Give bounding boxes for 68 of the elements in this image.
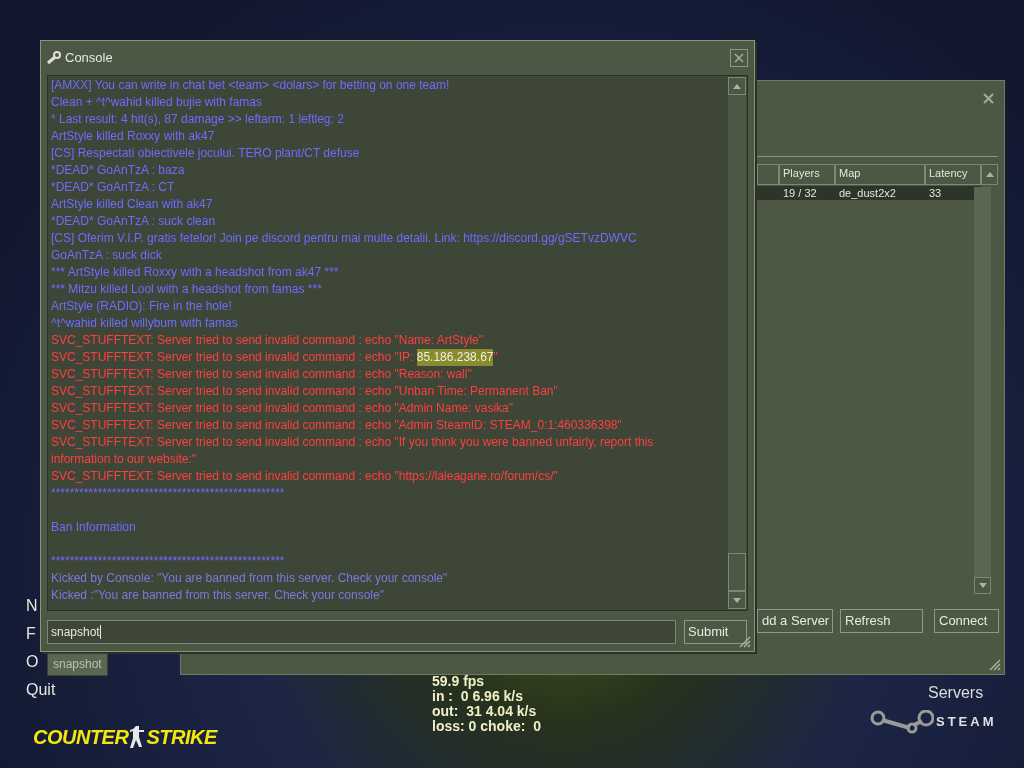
up-arrow-icon	[985, 172, 994, 177]
menu-item[interactable]: Quit	[26, 680, 56, 700]
table-cell-text: 19 / 32	[782, 186, 818, 200]
servers-label[interactable]: Servers	[928, 681, 984, 705]
server-row[interactable]: 19 / 32 de_dust2x2 33	[757, 186, 981, 200]
scroll-down-button[interactable]	[728, 591, 746, 609]
console-line: GoAnTzA : suck dick	[51, 247, 163, 264]
close-icon	[734, 53, 744, 63]
autocomplete-item[interactable]: snapshot	[48, 654, 107, 675]
console-line: [CS] Respectati obiectivele jocului. TERO plant/CT defuse	[51, 145, 361, 162]
dialog-button[interactable]: dd a Server	[757, 609, 833, 633]
submit-button[interactable]: Submit	[684, 620, 747, 644]
console-line: *DEAD* GoAnTzA : CT	[51, 179, 176, 196]
net-stat: 59.9 fps	[432, 674, 486, 689]
console-line: "	[493, 349, 498, 366]
console-line: [CS] Oferim V.I.P. gratis fetelor! Join pe discord pentru mai multe detalii. Link: https://discord.gg/gSETvzDWVC	[51, 230, 638, 247]
scroll-down-button[interactable]	[974, 577, 991, 594]
column-header[interactable]: Map	[835, 164, 925, 185]
console-line: SVC_STUFFTEXT: Server tried to send invalid command : echo "If you think you were banned unfairly, report this information to our website:"	[51, 434, 655, 468]
console-line: **************************************************	[51, 553, 286, 570]
console-line: * Last result: 4 hit(s), 87 damage >> leftarm: 1 leftleg: 2	[51, 111, 345, 128]
close-button[interactable]	[730, 49, 748, 67]
close-icon[interactable]	[983, 93, 994, 104]
console-line: SVC_STUFFTEXT: Server tried to send invalid command : echo "Name: ArtStyle"	[51, 332, 484, 349]
scroll-thumb[interactable]	[728, 553, 746, 591]
soldier-silhouette-icon	[129, 726, 146, 748]
console-line: SVC_STUFFTEXT: Server tried to send invalid command : echo "Reason: wall"	[51, 366, 473, 383]
console-line: SVC_STUFFTEXT: Server tried to send invalid command : echo "IP:	[51, 349, 415, 366]
console-line: Kicked :"You are banned from this server. Check your console"	[51, 587, 385, 604]
console-line: *DEAD* GoAnTzA : suck clean	[51, 213, 217, 230]
column-header[interactable]: Players	[779, 164, 835, 185]
console-line: SVC_STUFFTEXT: Server tried to send invalid command : echo "Unban Time: Permanent Ban"	[51, 383, 559, 400]
console-line: SVC_STUFFTEXT: Server tried to send invalid command : echo "https://laleagane.ro/forum/cs/"	[51, 468, 559, 485]
console-line: ArtStyle killed Clean with ak47	[51, 196, 214, 213]
down-arrow-icon	[733, 597, 741, 603]
console-line: ArtStyle (RADIO): Fire in the hole!	[51, 298, 233, 315]
dialog-button[interactable]: Connect	[934, 609, 999, 633]
console-line: SVC_STUFFTEXT: Server tried to send invalid command : echo "Admin SteamID: STEAM_0:1:460336398"	[51, 417, 623, 434]
scroll-up-button[interactable]	[728, 77, 746, 95]
game-logo: COUNTER STRIKE	[33, 726, 217, 748]
console-line: ^t^wahid killed willybum with famas	[51, 315, 239, 332]
console-line: Kicked by Console: "You are banned from this server. Check your console"	[51, 570, 449, 587]
window-title: Console	[65, 49, 113, 68]
console-line: Ban Information	[51, 519, 137, 536]
console-line: *** Mitzu killed Lool with a headshot from famas ***	[51, 281, 323, 298]
column-header[interactable]: Latency	[925, 164, 981, 185]
net-stat: out: 31 4.04 k/s	[432, 704, 538, 719]
console-line: [AMXX] You can write in chat bet <team> <dolars> for betting on one team!	[51, 77, 451, 94]
column-header[interactable]	[757, 164, 779, 185]
console-line: Clean + ^t^wahid killed bujie with famas	[51, 94, 264, 111]
console-line: **************************************************	[51, 485, 286, 502]
selected-text: 85.186.238.67	[416, 349, 494, 366]
resize-grip-icon[interactable]	[739, 636, 751, 648]
resize-grip-icon[interactable]	[989, 659, 1001, 671]
scroll-up-button[interactable]	[981, 164, 998, 185]
up-arrow-icon	[733, 83, 741, 89]
table-cell-text: 33	[928, 186, 943, 200]
command-input[interactable]: snapshot	[47, 620, 676, 644]
down-arrow-icon	[978, 583, 987, 588]
net-stat: in : 0 6.96 k/s	[432, 689, 525, 704]
console-line: ArtStyle killed Roxxy with ak47	[51, 128, 216, 145]
dialog-button[interactable]: Refresh	[840, 609, 923, 633]
table-cell-text: de_dust2x2	[838, 186, 897, 200]
console-line: *DEAD* GoAnTzA : baza	[51, 162, 186, 179]
net-stat: loss: 0 choke: 0	[432, 719, 541, 734]
steam-label: STEAM	[936, 713, 997, 732]
console-line: *** ArtStyle killed Roxxy with a headshot from ak47 ***	[51, 264, 340, 281]
console-line: SVC_STUFFTEXT: Server tried to send invalid command : echo "Admin Name: vasika"	[51, 400, 515, 417]
